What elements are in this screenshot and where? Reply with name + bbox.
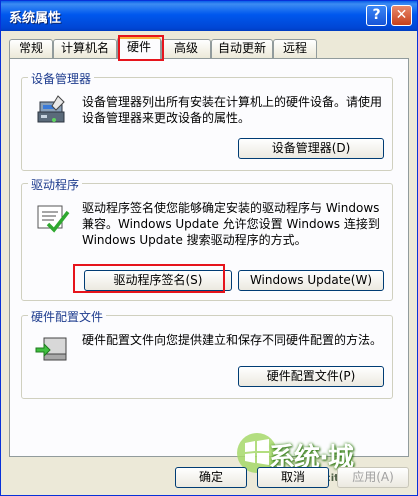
title-bar[interactable]: 系统属性 ? ✕	[1, 1, 417, 31]
driver-signing-icon	[37, 205, 70, 233]
tab-remote[interactable]: 远程	[273, 39, 317, 58]
tab-advanced[interactable]: 高级	[161, 39, 211, 58]
drivers-group: 驱动程序 驱动程序签名使您能够确定安装的驱动程序与 Windows 兼容。Win…	[21, 176, 393, 301]
help-button[interactable]: ?	[366, 5, 387, 26]
hardware-profiles-group-title: 硬件配置文件	[28, 308, 107, 325]
hardware-profiles-button[interactable]: 硬件配置文件(P)	[238, 366, 384, 387]
cancel-button[interactable]: 取消	[257, 467, 329, 488]
tab-hardware[interactable]: 硬件	[117, 37, 161, 59]
dialog-client: 常规 计算机名 硬件 高级 自动更新 远程 设备管理器 设备管理器列出所有安装在…	[3, 31, 415, 493]
apply-button[interactable]: 应用(A)	[337, 467, 409, 488]
tab-general[interactable]: 常规	[9, 39, 53, 58]
device-manager-group: 设备管理器 设备管理器列出所有安装在计算机上的硬件设备。请使用设备管理器来更改设…	[21, 70, 393, 171]
device-manager-button[interactable]: 设备管理器(D)	[238, 138, 384, 159]
hardware-profiles-icon	[35, 337, 67, 361]
hardware-profiles-description: 硬件配置文件向您提供建立和保存不同硬件配置的方法。	[82, 333, 383, 347]
hardware-tab-panel: 设备管理器 设备管理器列出所有安装在计算机上的硬件设备。请使用设备管理器来更改设…	[9, 58, 409, 457]
ok-button[interactable]: 确定	[175, 467, 247, 488]
device-manager-group-title: 设备管理器	[28, 70, 95, 87]
device-manager-description: 设备管理器列出所有安装在计算机上的硬件设备。请使用设备管理器来更改设备的属性。	[82, 95, 383, 125]
tab-automatic-updates[interactable]: 自动更新	[211, 39, 273, 58]
system-properties-window: 系统属性 ? ✕ 常规 计算机名 硬件 高级 自动更新 远程 设备管理器 设备管…	[0, 0, 418, 496]
driver-signing-button[interactable]: 驱动程序签名(S)	[84, 270, 232, 291]
drivers-description: 驱动程序签名使您能够确定安装的驱动程序与 Windows 兼容。Windows …	[82, 201, 380, 247]
hardware-profiles-group: 硬件配置文件 硬件配置文件向您提供建立和保存不同硬件配置的方法。 硬件配置文件(…	[21, 308, 393, 399]
device-manager-icon	[37, 95, 65, 123]
window-title: 系统属性	[9, 11, 62, 26]
drivers-group-title: 驱动程序	[28, 176, 83, 193]
tab-computer-name[interactable]: 计算机名	[53, 39, 117, 58]
close-button[interactable]: ✕	[391, 5, 412, 26]
windows-update-button[interactable]: Windows Update(W)	[238, 270, 384, 291]
